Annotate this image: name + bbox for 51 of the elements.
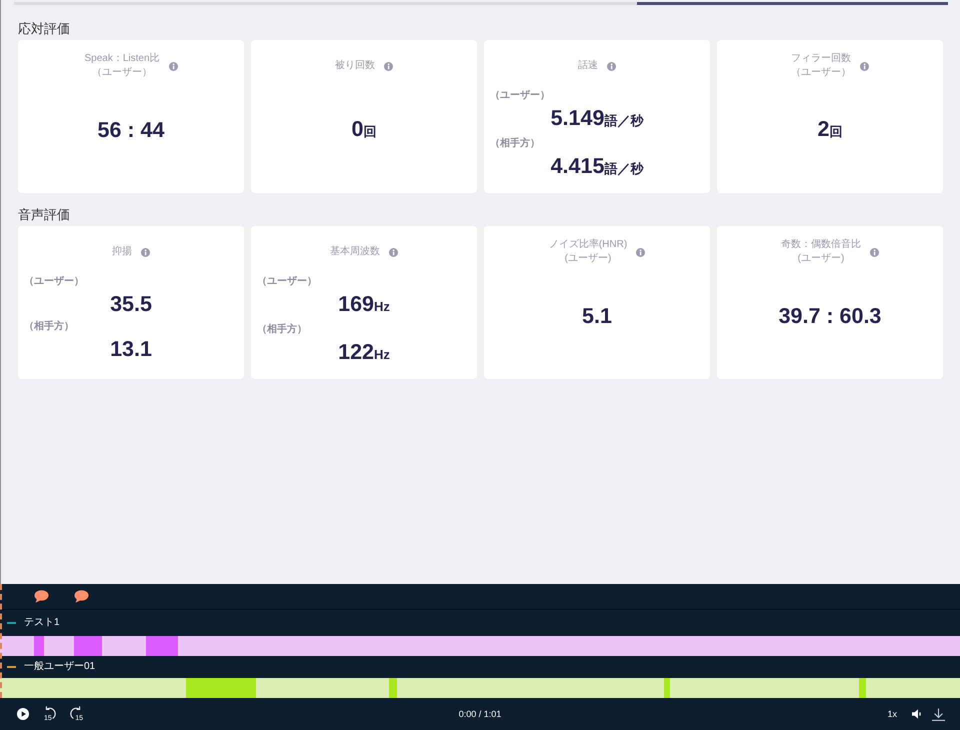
metric-value: 4.415語／秒 <box>550 154 644 180</box>
speaker-label: （相手方） <box>257 324 307 336</box>
metric-value: 39.7 : 60.3 <box>778 303 882 329</box>
card-title: 基本周波数 <box>330 245 380 259</box>
download-icon[interactable] <box>932 708 945 720</box>
info-icon[interactable] <box>141 248 150 256</box>
comment-icon[interactable] <box>34 590 48 603</box>
speaker-label: （ユーザー） <box>490 90 550 102</box>
card-subtitle: (ユーザー) <box>798 252 844 266</box>
card-subtitle: （ユーザー） <box>92 66 152 80</box>
card-title: ノイズ比率(HNR) <box>548 238 628 252</box>
speaker-name: テスト1 <box>24 617 60 629</box>
info-icon[interactable] <box>168 62 178 70</box>
speaker-label: （ユーザー） <box>257 276 317 288</box>
metric-value: 2回 <box>818 116 842 142</box>
info-icon[interactable] <box>384 62 393 70</box>
counterclockwise-arrow-icon <box>43 705 57 719</box>
playback-time: 0:00 / 1:01 <box>458 709 502 719</box>
card-subtitle: （ユーザー） <box>791 66 851 80</box>
metric-value: 56 : 44 <box>98 117 164 143</box>
volume-icon[interactable] <box>912 709 922 719</box>
info-icon[interactable] <box>860 62 869 70</box>
card-title: フィラー回数 <box>791 52 851 66</box>
speaker-label: （相手方） <box>490 138 540 150</box>
info-icon[interactable] <box>607 62 616 70</box>
card-subtitle: (ユーザー) <box>564 252 612 266</box>
section-title: 応対評価 <box>18 20 70 38</box>
playhead-line[interactable] <box>0 584 2 698</box>
comment-icon[interactable] <box>74 590 88 603</box>
speaker-label: （相手方） <box>24 321 74 333</box>
card-title: 話速 <box>578 59 598 73</box>
card-title: 抑揚 <box>112 245 132 259</box>
metric-value: 5.1 <box>582 303 612 329</box>
section-title: 音声評価 <box>18 206 70 224</box>
card-title: 被り回数 <box>335 59 375 73</box>
speaker-name: 一般ユーザー01 <box>24 661 96 673</box>
metric-value: 169Hz <box>338 292 390 318</box>
card-title: Speak：Listen比 <box>84 52 160 66</box>
metric-value: 122Hz <box>338 340 390 366</box>
metric-value: 35.5 <box>110 292 152 316</box>
info-icon[interactable] <box>870 248 879 256</box>
clockwise-arrow-icon <box>69 705 83 719</box>
metric-value: 5.149語／秒 <box>550 106 644 132</box>
info-icon[interactable] <box>636 248 646 256</box>
play-icon[interactable] <box>17 708 29 720</box>
metric-value: 0回 <box>352 116 376 142</box>
playback-speed-button[interactable]: 1x <box>887 708 897 720</box>
info-icon[interactable] <box>389 248 398 256</box>
card-title: 奇数：偶数倍音比 <box>781 238 861 252</box>
metric-value: 13.1 <box>110 337 152 361</box>
speaker-label: （ユーザー） <box>24 276 84 288</box>
